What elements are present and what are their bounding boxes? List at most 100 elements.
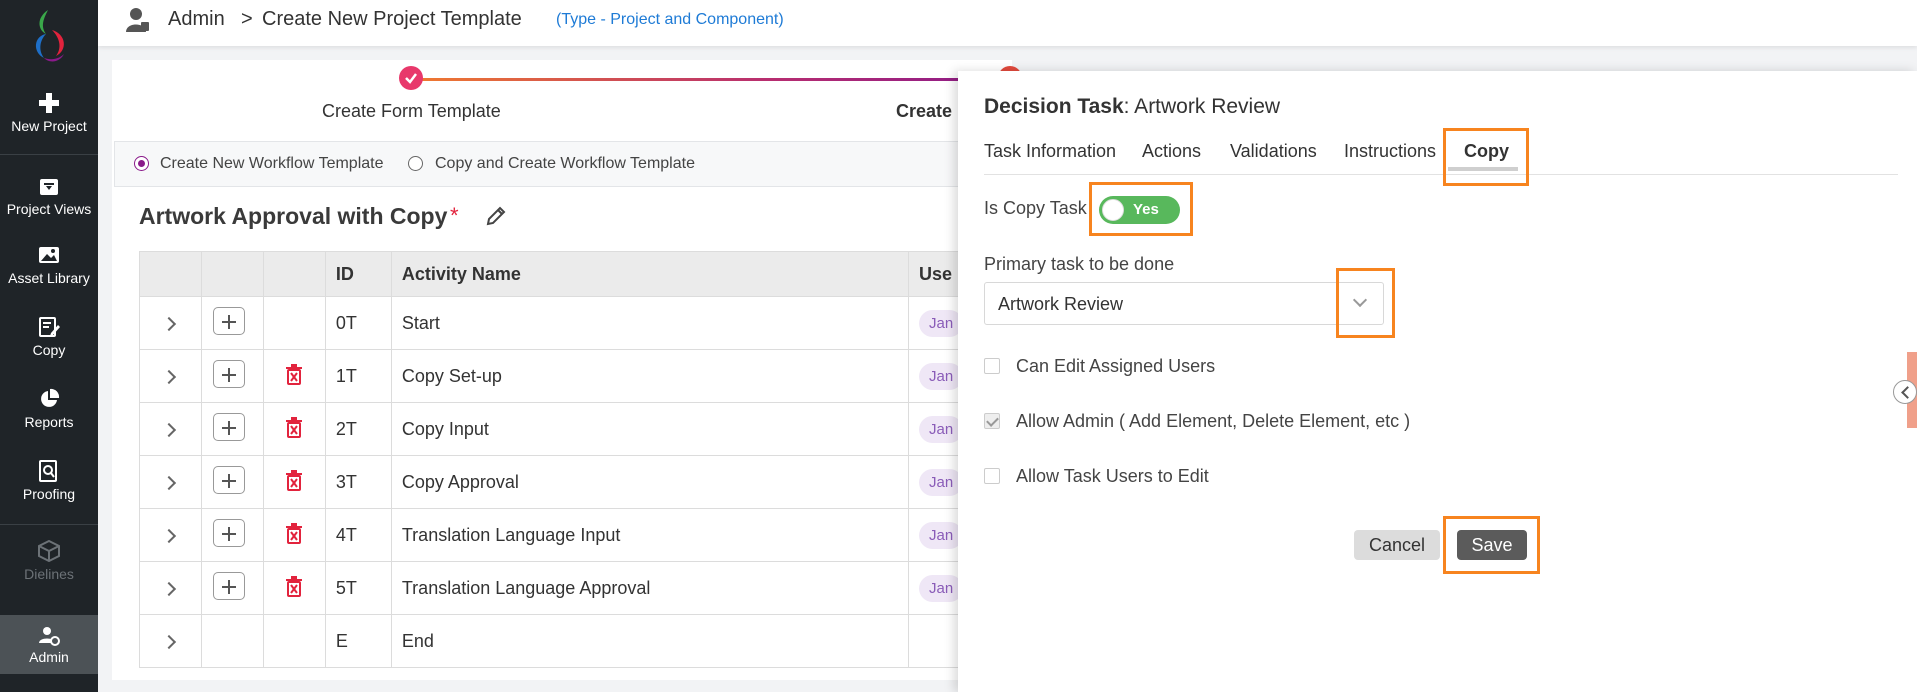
user-pill[interactable]: Jan xyxy=(919,468,964,496)
primary-task-value: Artwork Review xyxy=(998,294,1124,314)
add-activity-button[interactable] xyxy=(212,571,245,600)
page-title: Create New Project Template xyxy=(262,8,522,30)
inbox-icon xyxy=(40,179,58,195)
add-activity-button[interactable] xyxy=(212,306,245,335)
sidebar-item-proofing[interactable]: Proofing xyxy=(0,460,98,502)
user-pill[interactable]: Jan xyxy=(919,574,964,602)
magnify-document-icon xyxy=(39,460,57,482)
allow-admin-checkbox[interactable] xyxy=(984,413,1000,429)
row-activity-name[interactable]: Copy Set-up xyxy=(390,349,910,403)
delete-trash-icon[interactable] xyxy=(283,415,305,439)
pie-chart-icon xyxy=(41,388,60,407)
row-id: 5T xyxy=(324,561,392,615)
add-activity-button[interactable] xyxy=(212,518,245,547)
panel-title-prefix: Decision Task xyxy=(984,95,1124,118)
delete-trash-icon[interactable] xyxy=(283,468,305,492)
table-row: 0T Start Jan xyxy=(139,296,1019,350)
sidebar-divider xyxy=(0,154,98,155)
sidebar-divider xyxy=(0,524,98,525)
table-row: 1T Copy Set-up Jan xyxy=(139,349,1019,403)
sidebar-item-admin[interactable]: Admin xyxy=(0,615,98,674)
required-marker: * xyxy=(450,203,459,228)
can-edit-assigned-users-label[interactable]: Can Edit Assigned Users xyxy=(1016,356,1215,377)
tabs-divider xyxy=(984,174,1898,175)
user-pill[interactable]: Jan xyxy=(919,309,964,337)
add-activity-button[interactable] xyxy=(212,465,245,494)
tab-actions[interactable]: Actions xyxy=(1142,141,1201,162)
workflow-title: Artwork Approval with Copy xyxy=(139,203,448,229)
edit-pencil-icon[interactable] xyxy=(485,205,507,227)
expand-chevron-icon[interactable] xyxy=(161,316,177,331)
row-activity-name[interactable]: Translation Language Approval xyxy=(390,561,910,615)
cancel-button[interactable]: Cancel xyxy=(1354,530,1440,560)
row-activity-name[interactable]: End xyxy=(390,614,910,668)
user-pill[interactable]: Jan xyxy=(919,362,964,390)
step-complete-check-icon[interactable] xyxy=(399,66,423,90)
panel-title-suffix: : Artwork Review xyxy=(1123,95,1281,118)
collapse-panel-icon[interactable] xyxy=(1893,380,1917,404)
primary-task-select[interactable]: Artwork Review xyxy=(984,282,1384,325)
breadcrumb-separator: > xyxy=(241,8,253,30)
allow-task-users-edit-checkbox[interactable] xyxy=(984,468,1000,484)
row-id: 3T xyxy=(324,455,392,509)
sidebar-item-new-project[interactable]: New Project xyxy=(0,92,98,134)
tab-validations[interactable]: Validations xyxy=(1230,141,1317,162)
sidebar-item-project-views[interactable]: Project Views xyxy=(0,175,98,217)
task-side-panel: Decision Task: Artwork Review xyxy=(958,71,1917,692)
box-icon xyxy=(38,540,60,562)
add-activity-button[interactable] xyxy=(212,412,245,441)
sidebar: New Project Project Views Asset Library … xyxy=(0,0,98,692)
activity-table: ID Activity Name Use 0T Start Jan 1T Cop… xyxy=(139,251,1019,668)
expand-chevron-icon[interactable] xyxy=(161,528,177,543)
header-activity-name: Activity Name xyxy=(390,251,910,297)
user-pill[interactable]: Jan xyxy=(919,415,964,443)
allow-task-users-edit-label[interactable]: Allow Task Users to Edit xyxy=(1016,466,1209,487)
radio-create-new-label[interactable]: Create New Workflow Template xyxy=(160,155,384,173)
sidebar-item-dielines[interactable]: Dielines xyxy=(0,540,98,582)
top-header: Admin > Create New Project Template (Typ… xyxy=(98,0,1917,46)
sidebar-item-reports[interactable]: Reports xyxy=(0,388,98,430)
delete-trash-icon[interactable] xyxy=(283,521,305,545)
row-id: 0T xyxy=(324,296,392,350)
app-logo[interactable] xyxy=(26,8,72,66)
breadcrumb-admin[interactable]: Admin xyxy=(168,8,225,31)
row-activity-name[interactable]: Start xyxy=(390,296,910,350)
highlight-copy-toggle xyxy=(1089,182,1193,236)
sidebar-item-copy[interactable]: Copy xyxy=(0,316,98,358)
stepper-progress-line xyxy=(411,78,1011,81)
user-gear-icon xyxy=(39,627,60,646)
step-label-current: Create xyxy=(896,101,953,121)
sidebar-item-label: Project Views xyxy=(6,201,92,217)
expand-chevron-icon[interactable] xyxy=(161,422,177,437)
header-delete xyxy=(262,251,326,297)
delete-trash-icon[interactable] xyxy=(283,362,305,386)
expand-chevron-icon[interactable] xyxy=(161,581,177,596)
admin-user-icon xyxy=(126,8,149,32)
panel-title: Decision Task: Artwork Review xyxy=(984,95,1280,119)
delete-trash-icon[interactable] xyxy=(283,574,305,598)
row-id: 2T xyxy=(324,402,392,456)
edit-document-icon xyxy=(39,317,60,337)
row-activity-name[interactable]: Copy Approval xyxy=(390,455,910,509)
expand-chevron-icon[interactable] xyxy=(161,369,177,384)
highlight-select-dropdown xyxy=(1336,268,1395,338)
row-activity-name[interactable]: Translation Language Input xyxy=(390,508,910,562)
tab-instructions[interactable]: Instructions xyxy=(1344,141,1436,162)
sidebar-item-label: Asset Library xyxy=(8,270,90,286)
expand-chevron-icon[interactable] xyxy=(161,634,177,649)
user-pill[interactable]: Jan xyxy=(919,521,964,549)
sidebar-item-asset-library[interactable]: Asset Library xyxy=(0,244,98,286)
radio-create-new[interactable] xyxy=(134,156,149,171)
can-edit-assigned-users-checkbox[interactable] xyxy=(984,358,1000,374)
plus-icon xyxy=(39,93,59,113)
table-row: 2T Copy Input Jan xyxy=(139,402,1019,456)
row-id: 4T xyxy=(324,508,392,562)
radio-copy-create-label[interactable]: Copy and Create Workflow Template xyxy=(435,155,695,173)
tab-task-information[interactable]: Task Information xyxy=(984,141,1116,162)
allow-admin-label[interactable]: Allow Admin ( Add Element, Delete Elemen… xyxy=(1016,411,1410,432)
row-activity-name[interactable]: Copy Input xyxy=(390,402,910,456)
sidebar-item-label: Admin xyxy=(29,649,69,665)
radio-copy-create[interactable] xyxy=(408,156,423,171)
add-activity-button[interactable] xyxy=(212,359,245,388)
expand-chevron-icon[interactable] xyxy=(161,475,177,490)
